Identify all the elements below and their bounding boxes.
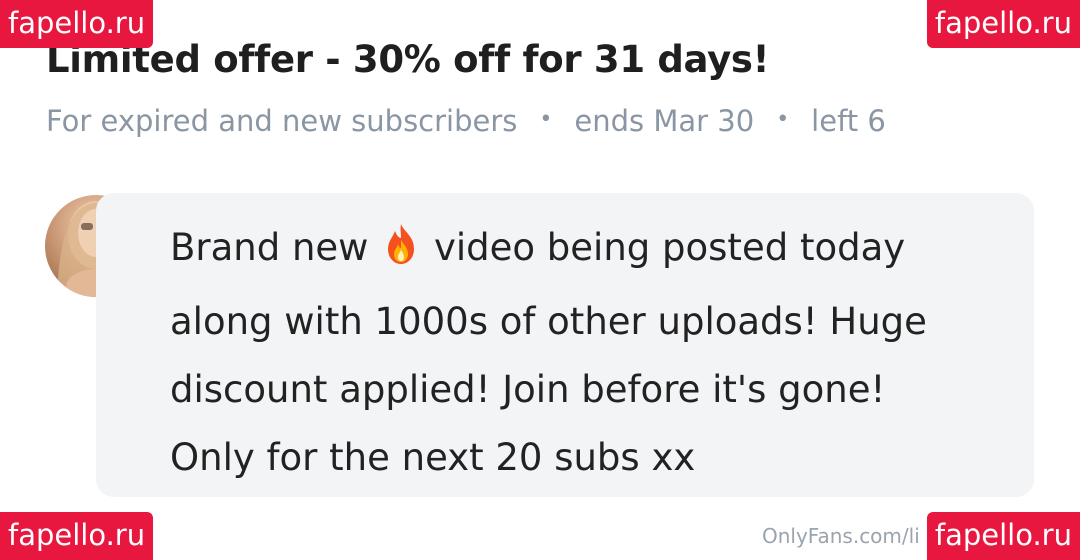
message-text: Brand new video being posted today along…: [170, 214, 1000, 492]
source-credit: OnlyFans.com/li: [762, 524, 920, 548]
watermark: fapello.ru: [926, 512, 1080, 560]
offer-title: Limited offer - 30% off for 31 days!: [46, 38, 770, 81]
message-line: Brand new video being posted today: [170, 214, 1000, 288]
message-line: Only for the next 20 subs xx: [170, 436, 696, 479]
message-line: discount applied! Join before it's gone!: [170, 368, 886, 411]
offer-meta: For expired and new subscribers • ends M…: [46, 104, 886, 138]
message-line: along with 1000s of other uploads! Huge: [170, 300, 927, 343]
meta-separator: •: [539, 106, 553, 132]
watermark: fapello.ru: [0, 512, 154, 560]
watermark: fapello.ru: [926, 0, 1080, 48]
offer-audience: For expired and new subscribers: [46, 104, 518, 138]
offer-remaining: left 6: [811, 104, 886, 138]
watermark: fapello.ru: [0, 0, 154, 48]
meta-separator: •: [776, 106, 790, 132]
fire-icon: [382, 220, 420, 288]
offer-end-date: ends Mar 30: [574, 104, 755, 138]
